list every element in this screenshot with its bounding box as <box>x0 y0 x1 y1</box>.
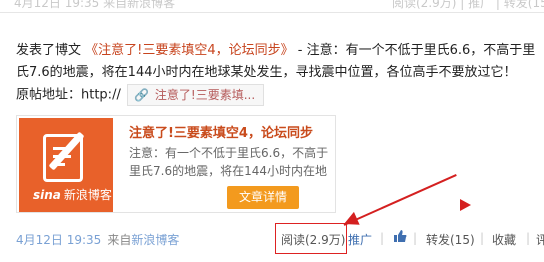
article-details-button[interactable]: 文章详情 <box>227 186 299 209</box>
post-meta: 4月12日 19:35 来自新浪博客 <box>16 231 179 248</box>
annotation-marker <box>460 199 471 211</box>
divider <box>0 12 544 13</box>
post-date-link[interactable]: 4月12日 19:35 <box>16 233 101 247</box>
annotation-arrow-line <box>343 174 457 226</box>
blog-title-link[interactable]: 《注意了!三要素填空4，论坛同步》 <box>85 43 293 58</box>
comment-link[interactable]: 评 <box>536 231 544 248</box>
faded-meta-right: 阅读(2.9万) | 推广 | 转发(15) <box>392 0 544 10</box>
link-icon: 🔗 <box>133 88 149 102</box>
original-url-label: 原帖地址：http:// <box>16 87 121 103</box>
faded-previous-entry: 4月12日 19:35 来自新浪博客 阅读(2.9万) | 推广 | 转发(15… <box>0 0 544 12</box>
forward-link[interactable]: 转发(15) <box>426 231 475 248</box>
sina-blog-logo: sina 新浪博客 <box>33 188 112 202</box>
url-chip-label: 注意了!三要素填... <box>154 88 256 102</box>
divider: | <box>526 231 531 245</box>
promote-link[interactable]: 推广 <box>348 231 372 248</box>
divider: | <box>413 231 418 245</box>
post-body: 发表了博文 《注意了!三要素填空4，论坛同步》 - 注意：有一个不低于里氏6.6… <box>16 40 544 106</box>
post-snippet: - 注意：有一个不低于里氏6.6，不高于里 <box>293 43 536 58</box>
source-prefix: 来自 <box>107 233 132 247</box>
post-line-2: 氏7.6的地震，将在144小时内在地球某处发生，寻找震中位置，各位高手不要放过它… <box>16 65 517 80</box>
post-line-1: 发表了博文 《注意了!三要素填空4，论坛同步》 - 注意：有一个不低于里氏6.6… <box>16 40 544 62</box>
url-chip-link[interactable]: 🔗 注意了!三要素填... <box>126 84 265 106</box>
annotation-highlight-box <box>275 223 347 254</box>
card-description: 注意：有一个不低于里氏6.6，不高于里氏7.6的地震，将在144小时内在地 <box>129 146 329 178</box>
blog-preview-card[interactable]: sina 新浪博客 注意了!三要素填空4，论坛同步 注意：有一个不低于里氏6.6，… <box>16 115 336 213</box>
like-icon[interactable] <box>393 229 407 243</box>
blog-thumbnail: sina 新浪博客 <box>19 118 113 212</box>
divider: | <box>380 231 385 245</box>
divider: | <box>480 231 485 245</box>
favorite-link[interactable]: 收藏 <box>492 231 516 248</box>
post-prefix: 发表了博文 <box>16 43 86 58</box>
post-line-3: 原帖地址：http:// 🔗 注意了!三要素填... <box>16 84 544 106</box>
source-link[interactable]: 新浪博客 <box>131 233 179 247</box>
faded-meta-left: 4月12日 19:35 来自新浪博客 <box>14 0 176 10</box>
card-title[interactable]: 注意了!三要素填空4，论坛同步 <box>129 122 313 141</box>
